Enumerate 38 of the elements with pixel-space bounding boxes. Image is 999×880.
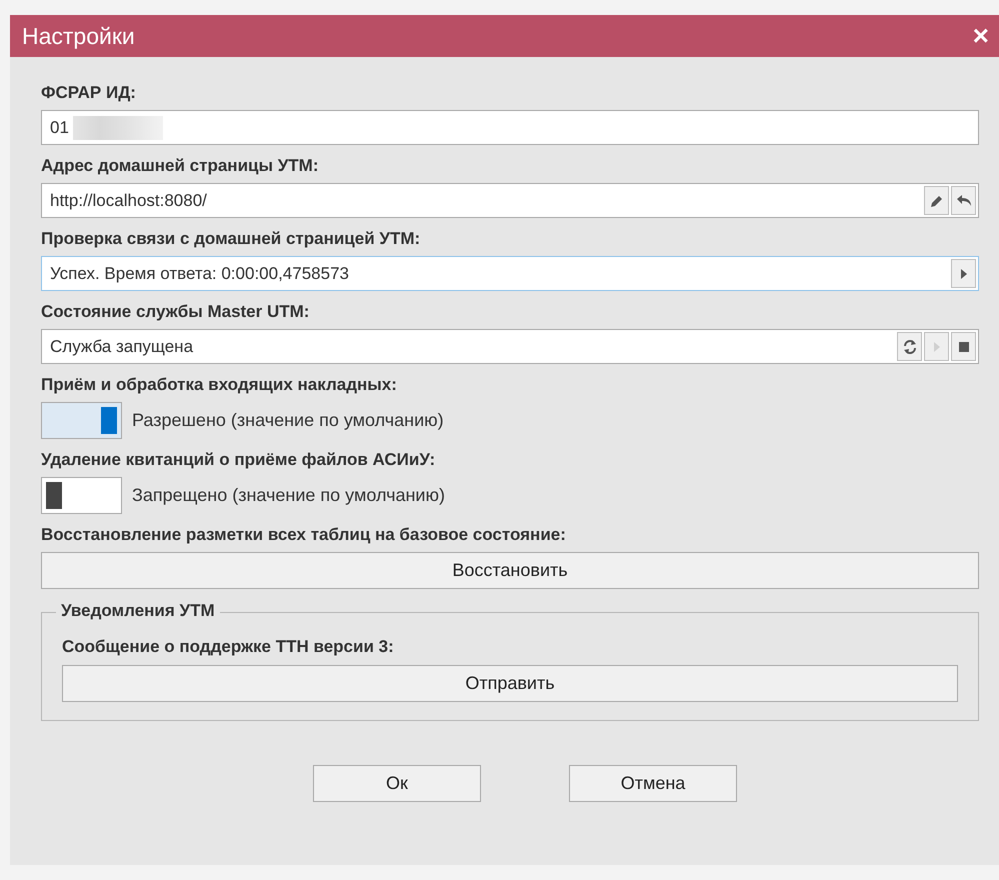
field-label: Сообщение о поддержке ТТН версии 3: <box>62 637 395 657</box>
toggle-switch[interactable] <box>41 402 122 439</box>
field-label: Адрес домашней страницы УТМ: <box>41 156 320 176</box>
undo-icon <box>956 194 972 208</box>
field-value: http://localhost:8080/ <box>50 190 207 210</box>
window-title: Настройки <box>22 22 135 50</box>
field-value: Служба запущена <box>50 336 194 356</box>
refresh-button[interactable] <box>897 332 922 361</box>
text-field[interactable]: Служба запущена <box>41 329 979 364</box>
text-field[interactable]: 01 <box>41 110 979 145</box>
play-button[interactable] <box>951 259 976 288</box>
stop-button[interactable] <box>951 332 976 361</box>
undo-button[interactable] <box>951 186 976 215</box>
field-label: Приём и обработка входящих накладных: <box>41 375 398 395</box>
close-button[interactable]: × <box>968 22 993 50</box>
dialog-button[interactable]: Отмена <box>569 765 737 802</box>
dialog-button[interactable]: Ок <box>313 765 481 802</box>
field-value: 01 <box>50 118 69 138</box>
field-label: Восстановление разметки всех таблиц на базовое состояние: <box>41 525 567 545</box>
pencil-icon <box>930 194 944 208</box>
field-value: Успех. Время ответа: 0:00:00,4758573 <box>50 264 349 284</box>
toggle-switch[interactable] <box>41 477 122 514</box>
text-field[interactable]: http://localhost:8080/ <box>41 183 979 218</box>
field-label: Проверка связи с домашней страницей УТМ: <box>41 229 422 249</box>
text-field[interactable]: Успех. Время ответа: 0:00:00,4758573 <box>41 256 979 291</box>
toggle-label: Запрещено (значение по умолчанию) <box>132 485 445 506</box>
field-label: Удаление квитанций о приёме файлов АСИиУ: <box>41 450 436 470</box>
play-icon <box>958 268 968 280</box>
field-label: ФСРАР ИД: <box>41 83 137 103</box>
edit-button[interactable] <box>924 186 949 215</box>
toggle-label: Разрешено (значение по умолчанию) <box>132 410 444 431</box>
send-button[interactable]: Отправить <box>62 665 958 702</box>
field-label: Состояние службы Master UTM: <box>41 302 310 322</box>
stop-icon <box>958 342 968 352</box>
refresh-icon <box>902 338 918 354</box>
play-icon <box>932 340 942 352</box>
group-title: Уведомления УТМ <box>56 601 220 621</box>
restore-button[interactable]: Восстановить <box>41 552 979 589</box>
